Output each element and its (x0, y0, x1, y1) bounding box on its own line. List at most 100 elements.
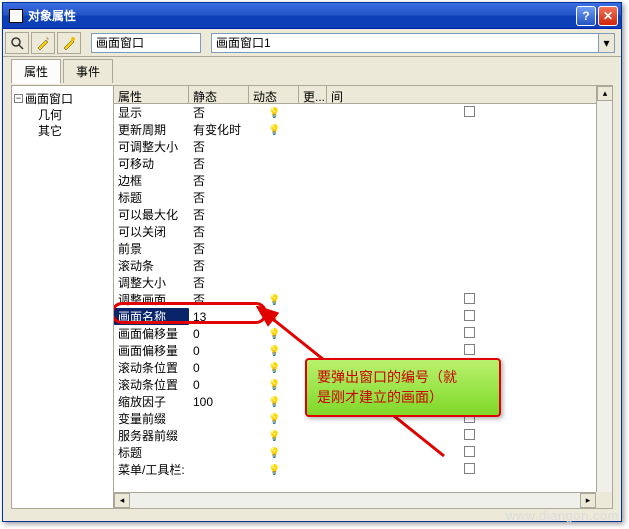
object-type-combo[interactable]: 画面窗口 (91, 33, 201, 53)
grid-row[interactable]: 前景否 (114, 240, 612, 257)
checkbox-icon[interactable] (464, 344, 475, 355)
cell-static-value[interactable]: 否 (189, 291, 249, 308)
cell-interval[interactable] (327, 310, 612, 324)
checkbox-icon[interactable] (464, 327, 475, 338)
scroll-up-button[interactable]: ▴ (597, 86, 612, 101)
header-more[interactable]: 更... (299, 86, 327, 103)
cell-static-value[interactable]: 有变化时 (189, 121, 249, 138)
cell-static-value[interactable]: 否 (189, 223, 249, 240)
grid-row[interactable]: 画面偏移量0💡 (114, 325, 612, 342)
scroll-left-button[interactable]: ◂ (114, 493, 130, 508)
cell-dynamic[interactable]: 💡 (249, 445, 299, 460)
cell-static-value[interactable]: 否 (189, 240, 249, 257)
cell-static-value[interactable]: 否 (189, 138, 249, 155)
header-attribute[interactable]: 属性 (114, 86, 189, 103)
checkbox-icon[interactable] (464, 446, 475, 457)
vertical-scrollbar[interactable]: ▴ ▾ (596, 86, 612, 508)
cell-dynamic[interactable]: 💡 (249, 394, 299, 409)
checkbox-icon[interactable] (464, 293, 475, 304)
toolbar-button-1[interactable] (5, 32, 29, 54)
grid-row[interactable]: 边框否 (114, 172, 612, 189)
cell-static-value[interactable]: 否 (189, 274, 249, 291)
tab-attributes[interactable]: 属性 (11, 59, 61, 84)
object-name-combo[interactable]: 画面窗口1 ▾ (211, 33, 615, 53)
grid-row[interactable]: 服务器前缀 💡 (114, 427, 612, 444)
cell-static-value[interactable]: 否 (189, 104, 249, 121)
object-name-value: 画面窗口1 (216, 34, 271, 51)
cell-interval[interactable] (327, 106, 612, 120)
cell-dynamic[interactable]: 💡 (249, 309, 299, 324)
cell-interval[interactable] (327, 344, 612, 358)
content-panel: − 画面窗口 几何 其它 属性 静态 动态 更... 间 显示否💡 (11, 85, 613, 509)
tree-root[interactable]: − 画面窗口 (14, 90, 111, 106)
cell-static-value[interactable]: 否 (189, 257, 249, 274)
grid-row[interactable]: 更新周期有变化时💡 (114, 121, 612, 138)
bulb-icon: 💡 (268, 397, 280, 409)
grid-row[interactable]: 标题否 (114, 189, 612, 206)
checkbox-icon[interactable] (464, 106, 475, 117)
header-interval[interactable]: 间 (327, 86, 612, 103)
dropdown-arrow-icon[interactable]: ▾ (598, 34, 614, 52)
header-static[interactable]: 静态 (189, 86, 249, 103)
close-button[interactable]: ✕ (598, 6, 618, 26)
horizontal-scrollbar[interactable]: ◂ ▸ (114, 492, 596, 508)
checkbox-icon[interactable] (464, 310, 475, 321)
cell-dynamic[interactable]: 💡 (249, 462, 299, 477)
cell-attr-name: 服务器前缀 (114, 427, 189, 444)
cell-dynamic[interactable]: 💡 (249, 411, 299, 426)
cell-static-value[interactable]: 13 (189, 310, 249, 324)
cell-static-value[interactable]: 100 (189, 395, 249, 409)
cell-interval[interactable] (327, 327, 612, 341)
cell-static-value[interactable]: 否 (189, 155, 249, 172)
grid-row[interactable]: 菜单/工具栏:💡 (114, 461, 612, 478)
cell-static-value[interactable]: 0 (189, 378, 249, 392)
toolbar-button-2[interactable] (31, 32, 55, 54)
cell-static-value[interactable]: 否 (189, 189, 249, 206)
cell-static-value[interactable]: 否 (189, 206, 249, 223)
cell-dynamic[interactable]: 💡 (249, 292, 299, 307)
header-dynamic[interactable]: 动态 (249, 86, 299, 103)
cell-attr-name: 画面名称 (114, 308, 189, 325)
cell-static-value[interactable]: 否 (189, 172, 249, 189)
tree-root-label: 画面窗口 (25, 90, 73, 107)
cell-dynamic[interactable]: 💡 (249, 326, 299, 341)
cell-attr-name: 可以最大化 (114, 206, 189, 223)
grid-row[interactable]: 滚动条否 (114, 257, 612, 274)
cell-attr-name: 前景 (114, 240, 189, 257)
cell-dynamic[interactable]: 💡 (249, 105, 299, 120)
grid-row[interactable]: 显示否💡 (114, 104, 612, 121)
grid-row[interactable]: 画面偏移量0💡 (114, 342, 612, 359)
cell-static-value[interactable]: 0 (189, 361, 249, 375)
cell-dynamic[interactable]: 💡 (249, 428, 299, 443)
tab-events[interactable]: 事件 (63, 59, 113, 83)
grid-row[interactable]: 画面名称13💡 (114, 308, 612, 325)
cell-interval[interactable] (327, 429, 612, 443)
cell-attr-name: 滚动条位置 (114, 359, 189, 376)
tree-item-misc[interactable]: 其它 (14, 122, 111, 138)
title-bar[interactable]: 对象属性 ? ✕ (3, 3, 621, 29)
cell-interval[interactable] (327, 446, 612, 460)
grid-row[interactable]: 可以最大化否 (114, 206, 612, 223)
checkbox-icon[interactable] (464, 463, 475, 474)
help-button[interactable]: ? (576, 6, 596, 26)
cell-dynamic[interactable]: 💡 (249, 122, 299, 137)
cell-interval[interactable] (327, 463, 612, 477)
tree-collapse-icon[interactable]: − (14, 94, 23, 103)
cell-dynamic[interactable]: 💡 (249, 360, 299, 375)
grid-row[interactable]: 调整大小否 (114, 274, 612, 291)
bulb-icon: 💡 (268, 295, 280, 307)
cell-dynamic[interactable]: 💡 (249, 377, 299, 392)
scroll-right-button[interactable]: ▸ (580, 493, 596, 508)
grid-row[interactable]: 可移动否 (114, 155, 612, 172)
toolbar-button-3[interactable] (57, 32, 81, 54)
grid-row[interactable]: 可以关闭否 (114, 223, 612, 240)
cell-dynamic[interactable]: 💡 (249, 343, 299, 358)
grid-row[interactable]: 标题💡 (114, 444, 612, 461)
checkbox-icon[interactable] (464, 429, 475, 440)
cell-interval[interactable] (327, 293, 612, 307)
grid-row[interactable]: 调整画面否💡 (114, 291, 612, 308)
cell-static-value[interactable]: 0 (189, 327, 249, 341)
grid-row[interactable]: 可调整大小否 (114, 138, 612, 155)
cell-static-value[interactable]: 0 (189, 344, 249, 358)
tree-item-geometry[interactable]: 几何 (14, 106, 111, 122)
